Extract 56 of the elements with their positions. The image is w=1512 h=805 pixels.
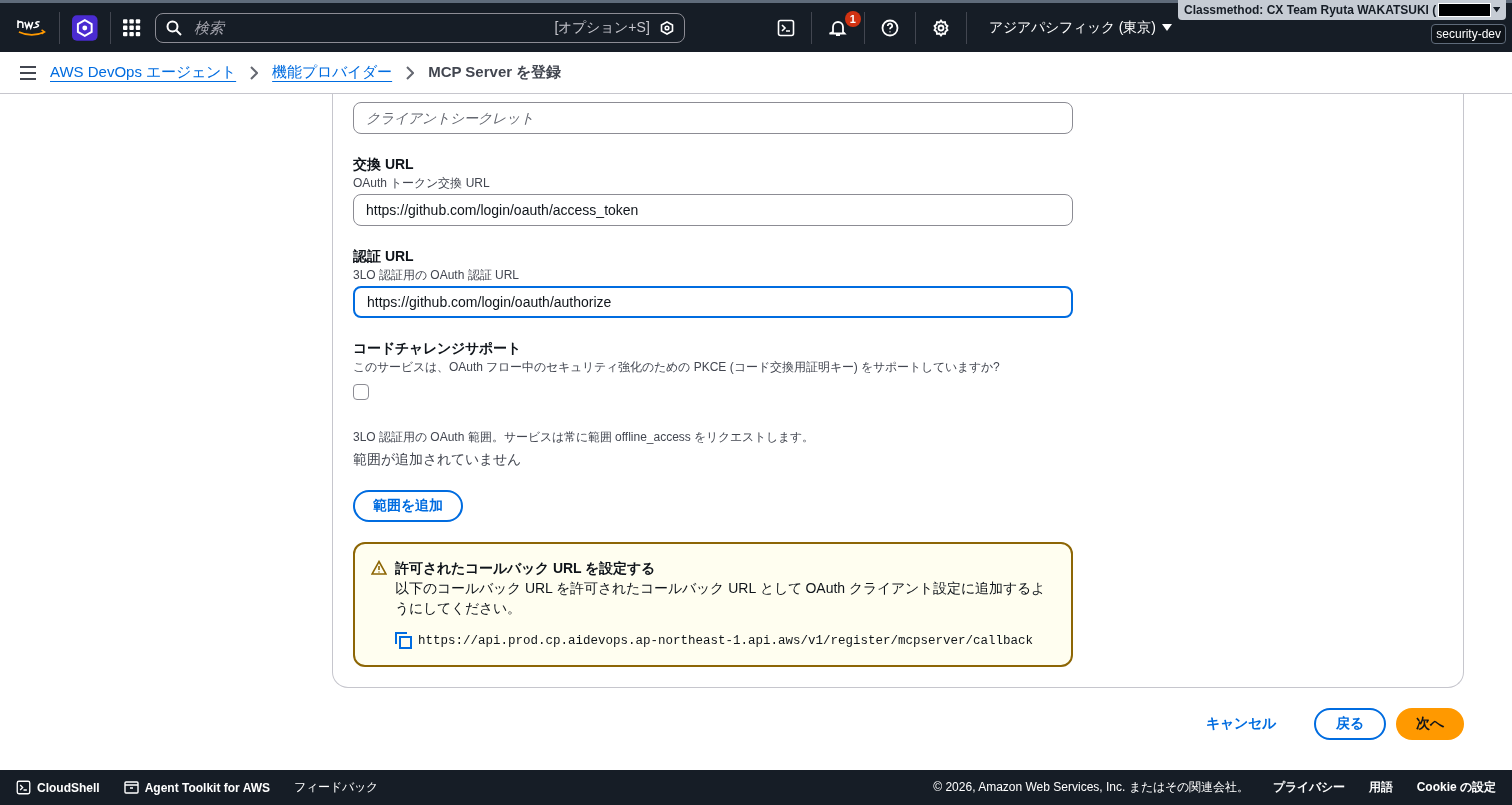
field-description: 3LO 認証用の OAuth 認証 URL — [353, 267, 521, 284]
checkbox[interactable] — [353, 384, 369, 400]
chevron-right-icon — [406, 65, 415, 80]
current-page-title: MCP Server を登録 — [428, 63, 562, 82]
caret-down-icon — [1492, 6, 1500, 14]
footer-link[interactable]: プライバシー — [1272, 779, 1345, 796]
settings-icon — [931, 18, 950, 37]
aws-logo[interactable] — [16, 17, 48, 38]
shortcut-hint: [オプション+S] — [554, 18, 650, 37]
menu-icon[interactable] — [20, 65, 36, 80]
hexagon-logo-icon[interactable] — [72, 14, 98, 41]
add-scope-button[interactable]: 範囲を追加 — [353, 490, 463, 522]
alert-message: 以下のコールバック URL を許可されたコールバック URL として OAuth クライアント設定に追加するようにしてください。 — [395, 579, 1046, 618]
region-selector[interactable]: アジアパシフィック (東京) — [982, 17, 1178, 38]
chevron-right-icon — [250, 65, 259, 80]
terminal-icon — [16, 780, 31, 795]
warning-icon — [371, 560, 387, 576]
copy-icon[interactable] — [395, 632, 412, 649]
copyright-text: © 2026, Amazon Web Services, Inc. またはその関連会社。 — [933, 779, 1249, 796]
field-description: 3LO 認証用の OAuth 範囲。サービスは常に範囲 offline_access をリクエストします。 — [353, 429, 816, 446]
footer-link[interactable]: Agent Toolkit for AWS — [123, 780, 270, 795]
app-grid-icon[interactable] — [122, 18, 141, 37]
help-icon — [880, 18, 899, 37]
empty-scopes-text: 範囲が追加されていません — [353, 450, 522, 469]
breadcrumb-link[interactable]: AWS DevOps エージェント — [50, 63, 237, 82]
notifications-button[interactable]: 1 — [824, 10, 861, 37]
footer-link[interactable]: CloudShell — [16, 780, 100, 795]
text-input[interactable]: https://github.com/login/oauth/access_token — [353, 194, 1073, 226]
account-menu[interactable]: Classmethod: CX Team Ryuta WAKATSUKI ( — [1178, 0, 1506, 20]
redaction-bar — [1438, 3, 1491, 17]
next-button[interactable]: 次へ — [1396, 708, 1464, 740]
caret-down-icon — [1162, 23, 1172, 32]
footer-link[interactable]: フィードバック — [294, 779, 378, 796]
window-icon — [123, 781, 139, 794]
field-label: 交換 URL — [353, 155, 415, 174]
field-label: 認証 URL — [353, 247, 415, 266]
field-description: OAuth トークン交換 URL — [353, 175, 491, 192]
footer-link[interactable]: Cookie の設定 — [1416, 779, 1496, 796]
hexagon-icon — [659, 20, 674, 35]
account-alias: security-dev — [1431, 24, 1506, 44]
callback-url: https://api.prod.cp.aidevops.ap-northeast-1.api.aws/v1/register/mcpserver/callback — [418, 633, 1034, 648]
bell-icon — [828, 18, 847, 37]
alert-title: 許可されたコールバック URL を設定する — [395, 559, 657, 578]
notification-badge: 1 — [844, 10, 861, 27]
footer-link[interactable]: 用語 — [1368, 779, 1393, 796]
cancel-link[interactable]: キャンセル — [1186, 708, 1296, 740]
search-bar[interactable]: 検索 [オプション+S] — [154, 12, 685, 43]
breadcrumb-link[interactable]: 機能プロバイダー — [272, 63, 393, 82]
search-input[interactable]: 検索 — [191, 18, 545, 37]
field-description: このサービスは、OAuth フロー中のセキュリティ強化のための PKCE (コード交換用証明キー) をサポートしていますか? — [353, 359, 1001, 376]
field-label: コードチャレンジサポート — [353, 339, 522, 358]
back-button[interactable]: 戻る — [1314, 708, 1386, 740]
search-icon — [165, 19, 182, 36]
text-input[interactable]: https://github.com/login/oauth/authorize — [353, 286, 1073, 318]
terminal-icon — [776, 18, 795, 37]
text-input[interactable]: クライアントシークレット — [353, 102, 1073, 134]
